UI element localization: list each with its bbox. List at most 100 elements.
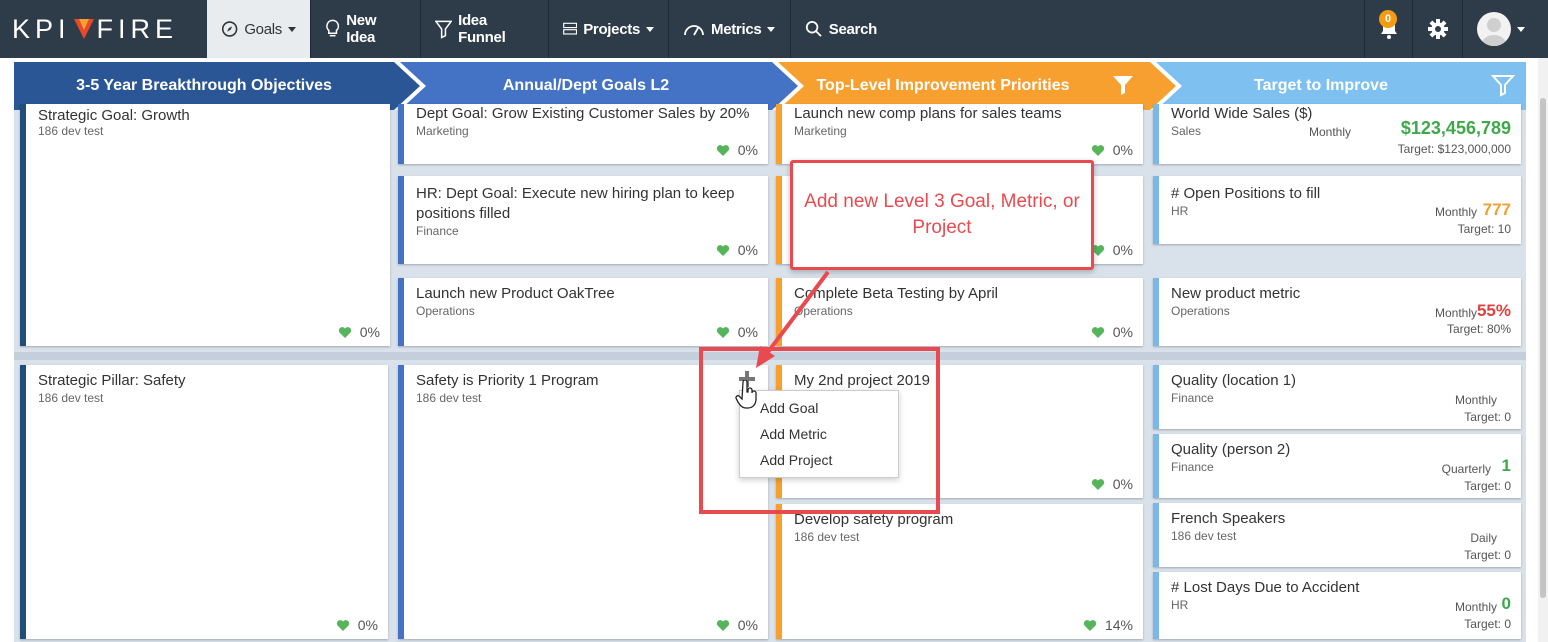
vertical-scrollbar[interactable] bbox=[1538, 58, 1548, 642]
metric-value: 0 bbox=[1501, 594, 1511, 613]
card-title: # Lost Days Due to Accident bbox=[1171, 579, 1360, 596]
card-percent: 0% bbox=[737, 617, 758, 633]
kpifire-logo[interactable]: KPI FIRE bbox=[12, 14, 178, 44]
card-subtitle: 186 dev test bbox=[794, 530, 860, 544]
goal-card[interactable]: HR: Dept Goal: Execute new hiring plan t… bbox=[398, 176, 768, 264]
priority-card[interactable]: Develop safety program 186 dev test 14% bbox=[776, 504, 1143, 639]
objective-card[interactable]: Strategic Pillar: Safety 186 dev test 0% bbox=[20, 365, 388, 639]
card-subtitle: Operations bbox=[416, 304, 475, 318]
metric-frequency: Monthly bbox=[1454, 600, 1497, 614]
add-project-option[interactable]: Add Project bbox=[760, 452, 832, 468]
nav-search[interactable]: Search bbox=[791, 0, 891, 58]
card-title: Quality (location 1) bbox=[1171, 372, 1297, 389]
priority-card[interactable]: Launch new comp plans for sales teams Ma… bbox=[776, 104, 1143, 164]
nav-search-label: Search bbox=[828, 20, 878, 38]
metric-card[interactable]: # Lost Days Due to Accident HR Monthly 0… bbox=[1153, 572, 1521, 639]
search-icon bbox=[805, 21, 822, 37]
card-health: 0% bbox=[716, 617, 758, 633]
card-percent: 14% bbox=[1104, 617, 1133, 633]
card-percent: 0% bbox=[1112, 476, 1133, 492]
heart-icon bbox=[336, 619, 349, 631]
row-divider bbox=[14, 352, 1526, 360]
heart-icon bbox=[716, 619, 729, 631]
header-annual-goals[interactable]: Annual/Dept Goals L2 bbox=[400, 62, 772, 110]
metric-target: Target: 0 bbox=[1464, 479, 1511, 493]
chevron-down-icon bbox=[288, 26, 296, 32]
metric-frequency: Daily bbox=[1470, 531, 1497, 545]
header-objectives[interactable]: 3-5 Year Breakthrough Objectives bbox=[14, 62, 394, 110]
add-metric-option[interactable]: Add Metric bbox=[760, 426, 827, 442]
hand-cursor-icon bbox=[735, 380, 757, 409]
user-icon bbox=[1481, 18, 1506, 46]
gauge-icon bbox=[684, 25, 704, 36]
card-subtitle: Operations bbox=[794, 304, 853, 318]
metric-card[interactable]: New product metric Operations Monthly 55… bbox=[1153, 278, 1521, 346]
flame-logo-icon bbox=[73, 19, 94, 39]
heart-icon bbox=[716, 144, 729, 156]
lightbulb-icon bbox=[326, 19, 340, 37]
card-title: Strategic Goal: Growth bbox=[38, 107, 190, 124]
metric-target: Target: 0 bbox=[1464, 410, 1511, 424]
metric-value: 55% bbox=[1476, 301, 1511, 320]
card-subtitle: Operations bbox=[1171, 304, 1230, 318]
nav-projects[interactable]: Projects bbox=[549, 0, 669, 58]
metric-card[interactable]: World Wide Sales ($) Sales Monthly $123,… bbox=[1153, 104, 1521, 164]
card-title: My 2nd project 2019 bbox=[794, 372, 930, 389]
nav-idea-funnel[interactable]: Idea Funnel bbox=[421, 0, 549, 58]
metric-frequency: Monthly bbox=[1434, 306, 1477, 320]
filter-outline-icon[interactable] bbox=[1491, 73, 1515, 97]
card-title: Safety is Priority 1 Program bbox=[416, 372, 599, 389]
card-subtitle: Finance bbox=[1171, 460, 1214, 474]
add-goal-option[interactable]: Add Goal bbox=[760, 400, 818, 416]
metric-card[interactable]: French Speakers 186 dev test Daily Targe… bbox=[1153, 503, 1521, 567]
card-title: HR: Dept Goal: Execute new hiring plan t… bbox=[416, 185, 735, 222]
header-target[interactable]: Target to Improve bbox=[1156, 62, 1486, 110]
metric-card[interactable]: Quality (location 1) Finance Monthly Tar… bbox=[1153, 365, 1521, 429]
card-title: # Open Positions to fill bbox=[1171, 185, 1321, 202]
avatar bbox=[1476, 12, 1511, 46]
header-objectives-label: 3-5 Year Breakthrough Objectives bbox=[76, 77, 332, 94]
metric-card[interactable]: Quality (person 2) Finance Quarterly 1 T… bbox=[1153, 434, 1521, 498]
chevron-down-icon bbox=[1516, 26, 1525, 32]
card-percent: 0% bbox=[1112, 142, 1133, 158]
card-percent: 0% bbox=[359, 324, 380, 340]
card-subtitle: 186 dev test bbox=[1171, 529, 1237, 543]
priority-card[interactable]: Complete Beta Testing by April Operation… bbox=[776, 278, 1143, 346]
metric-target: Target: 0 bbox=[1464, 548, 1511, 562]
metric-frequency: Monthly bbox=[1434, 205, 1477, 219]
goal-card[interactable]: Safety is Priority 1 Program 186 dev tes… bbox=[398, 365, 768, 639]
nav-goals-label: Goals bbox=[244, 20, 282, 38]
card-subtitle: Finance bbox=[416, 224, 459, 238]
heart-icon bbox=[716, 326, 729, 338]
nav-new-idea[interactable]: New Idea bbox=[311, 0, 421, 58]
metric-card[interactable]: # Open Positions to fill HR Monthly 777 … bbox=[1153, 176, 1521, 244]
card-health: 0% bbox=[1091, 324, 1133, 340]
goal-card[interactable]: Launch new Product OakTree Operations 0% bbox=[398, 278, 768, 346]
nav-goals[interactable]: Goals bbox=[207, 0, 311, 58]
card-health: 0% bbox=[716, 142, 758, 158]
metric-value: 777 bbox=[1482, 200, 1511, 219]
objective-card[interactable]: Strategic Goal: Growth 186 dev test 0% bbox=[20, 104, 390, 346]
user-menu[interactable] bbox=[1462, 0, 1538, 58]
goal-card[interactable]: Dept Goal: Grow Existing Customer Sales … bbox=[398, 104, 768, 164]
notification-badge: 0 bbox=[1379, 10, 1397, 28]
card-title: Complete Beta Testing by April bbox=[794, 285, 999, 302]
card-title: Dept Goal: Grow Existing Customer Sales … bbox=[416, 105, 750, 122]
nav-metrics[interactable]: Metrics bbox=[669, 0, 791, 58]
card-subtitle: 186 dev test bbox=[38, 124, 104, 138]
card-title: French Speakers bbox=[1171, 510, 1286, 527]
card-title: Develop safety program bbox=[794, 511, 954, 528]
nav-new-idea-label: New Idea bbox=[346, 12, 377, 46]
card-percent: 0% bbox=[1112, 242, 1133, 258]
settings-button[interactable] bbox=[1412, 0, 1462, 58]
header-priorities[interactable]: Top-Level Improvement Priorities bbox=[778, 62, 1108, 110]
notifications-button[interactable]: 0 bbox=[1364, 0, 1412, 58]
card-percent: 0% bbox=[737, 324, 758, 340]
card-title: Quality (person 2) bbox=[1171, 441, 1291, 458]
card-percent: 0% bbox=[1112, 324, 1133, 340]
heart-icon bbox=[1091, 478, 1104, 490]
card-subtitle: 186 dev test bbox=[38, 391, 104, 405]
filter-icon[interactable] bbox=[1111, 73, 1135, 97]
server-icon bbox=[563, 22, 578, 35]
scrollbar-thumb[interactable] bbox=[1540, 98, 1546, 598]
